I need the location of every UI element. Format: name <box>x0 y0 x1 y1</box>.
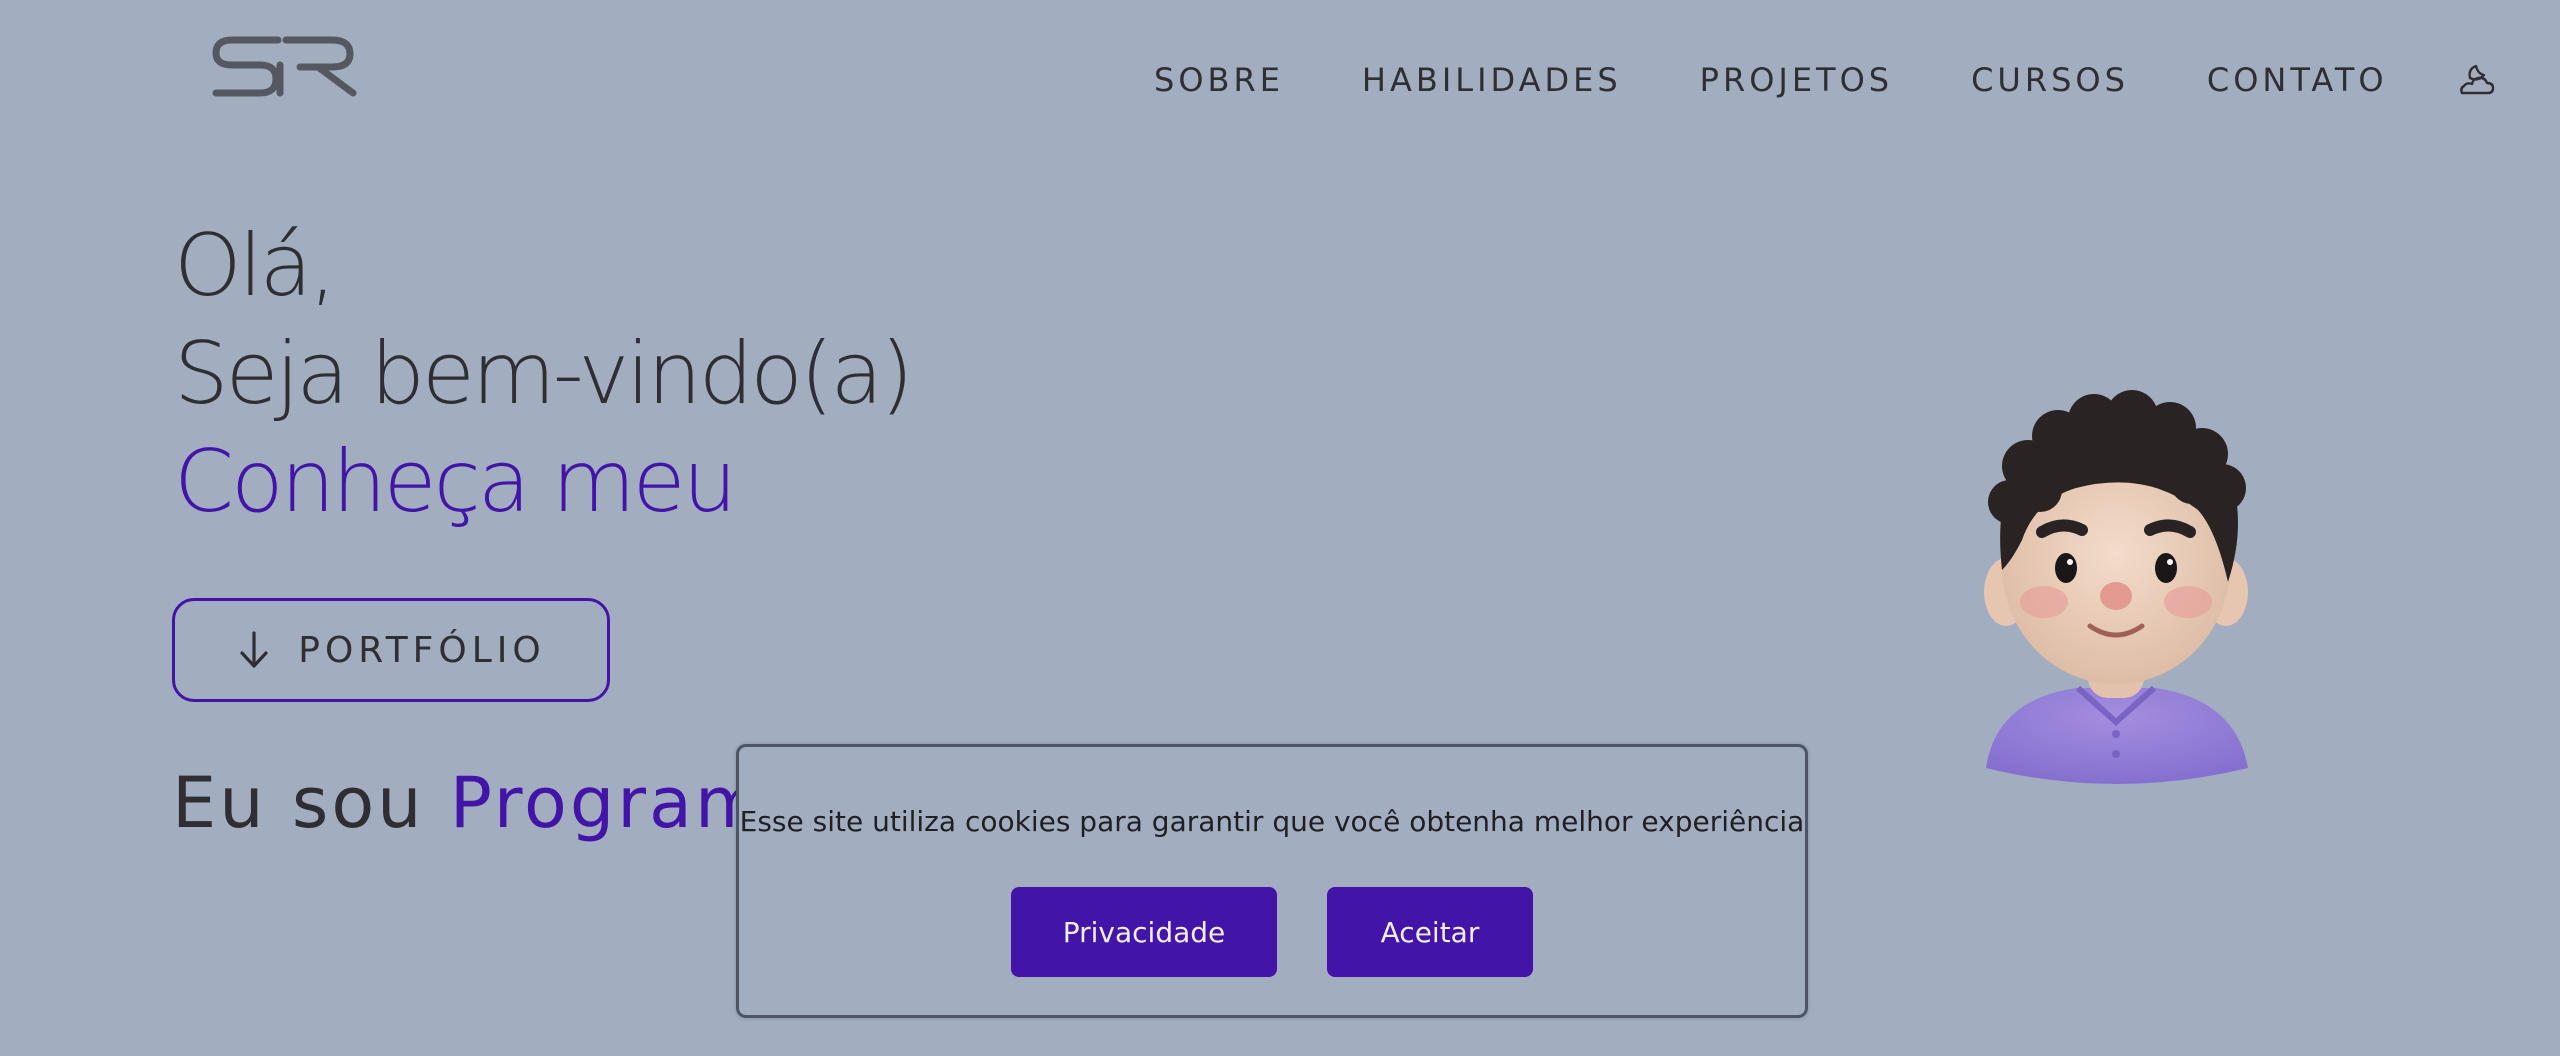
role-intro-typed: Program <box>449 762 767 844</box>
site-logo[interactable] <box>208 34 358 100</box>
hero-greeting: Olá, <box>174 216 337 316</box>
role-intro-prefix: Eu sou <box>172 762 425 844</box>
nav-cursos[interactable]: CURSOS <box>1971 61 2129 99</box>
hero-typed-text: Conheça meu <box>174 432 737 532</box>
portfolio-button[interactable]: PORTFÓLIO <box>172 598 610 702</box>
nav-habilidades[interactable]: HABILIDADES <box>1362 61 1622 99</box>
avatar-icon <box>1984 390 2248 784</box>
accept-button[interactable]: Aceitar <box>1327 887 1533 977</box>
cookie-banner: Esse site utiliza cookies para garantir … <box>736 744 1808 1018</box>
nav-projetos[interactable]: PROJETOS <box>1700 61 1893 99</box>
nav-contato[interactable]: CONTATO <box>2207 61 2388 99</box>
cookie-banner-text: Esse site utiliza cookies para garantir … <box>739 805 1805 838</box>
nav-sobre[interactable]: SOBRE <box>1154 61 1284 99</box>
hero-heading: Olá, Seja bem-vindo(a) Conheça meu <box>174 212 914 536</box>
hero-welcome: Seja bem-vindo(a) <box>174 324 914 424</box>
privacy-button[interactable]: Privacidade <box>1011 887 1277 977</box>
role-intro: Eu sou Program <box>172 762 766 844</box>
main-nav: SOBRE HABILIDADES PROJETOS CURSOS CONTAT… <box>1154 58 2466 102</box>
arrow-down-icon <box>240 631 268 668</box>
moon-cloud-icon[interactable] <box>2456 60 2496 100</box>
portfolio-button-label: PORTFÓLIO <box>298 629 546 671</box>
cookie-banner-actions: Privacidade Aceitar <box>739 887 1805 977</box>
